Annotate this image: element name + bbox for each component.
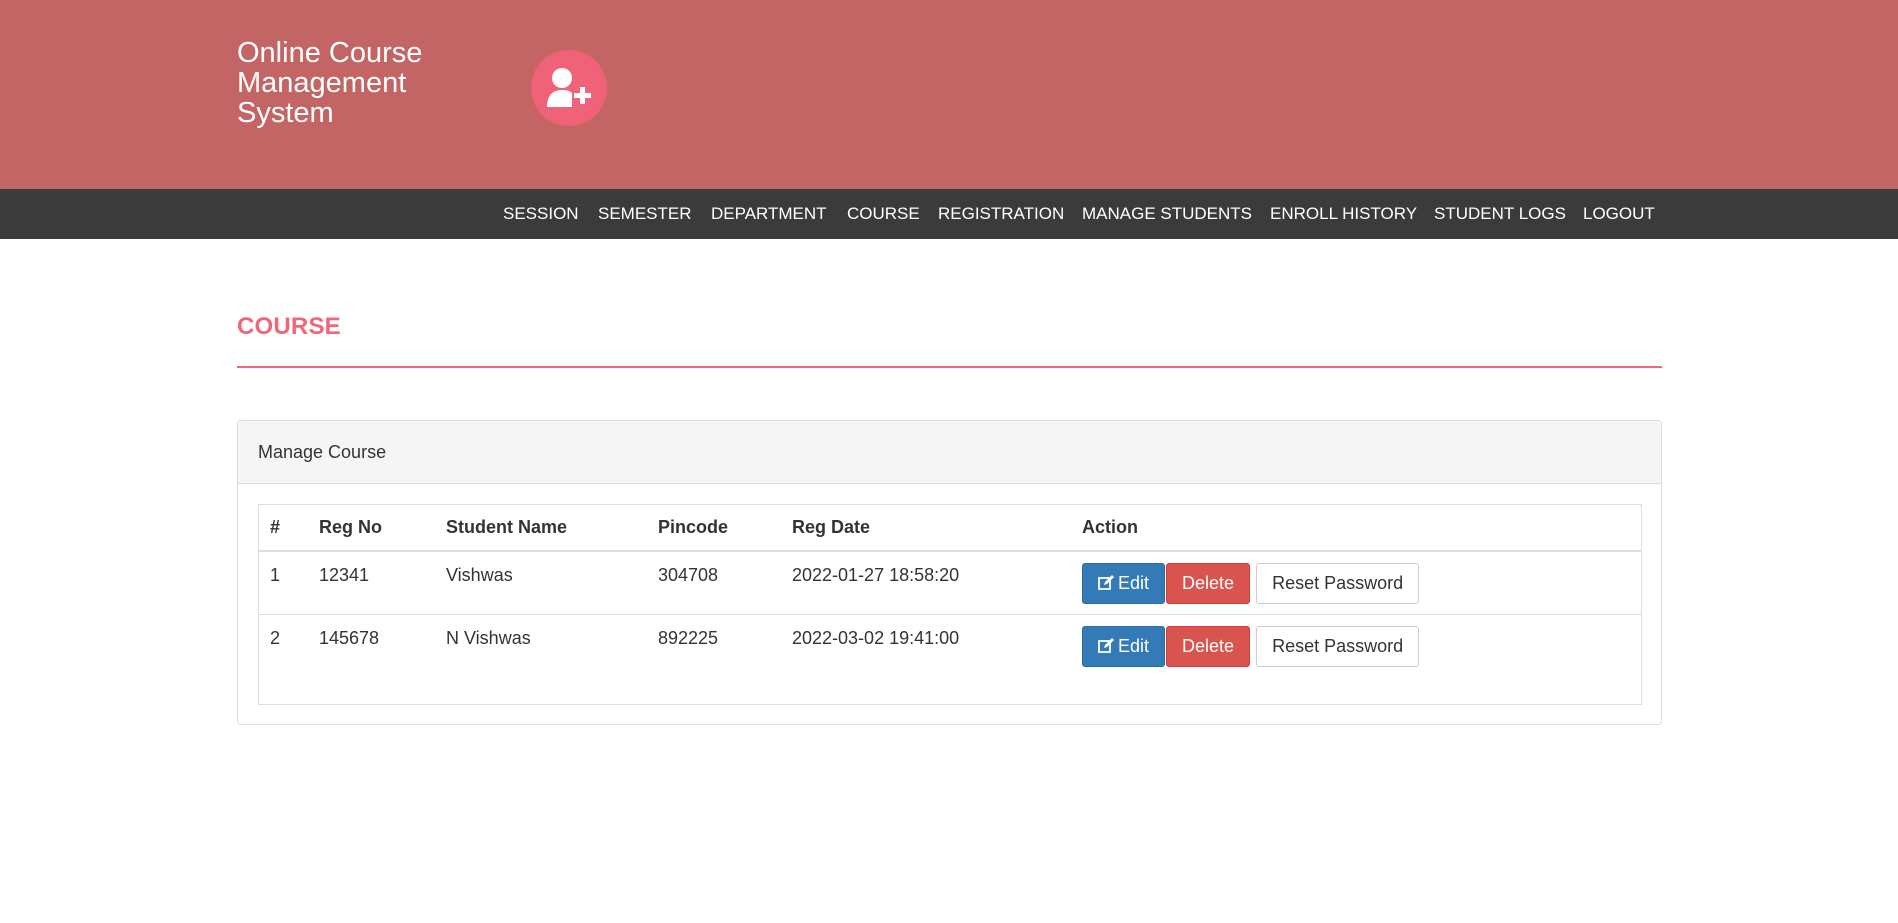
table-header-row: # Reg No Student Name Pincode Reg Date A… xyxy=(259,505,1641,552)
site-header: Online Course Management System xyxy=(0,0,1898,189)
cell-reg-no: 145678 xyxy=(319,627,380,648)
cell-pincode: 304708 xyxy=(647,551,781,615)
panel-heading: Manage Course xyxy=(238,421,1661,484)
nav-item-semester[interactable]: SEMESTER xyxy=(598,189,692,239)
main-navbar: SESSION SEMESTER DEPARTMENT COURSE REGIS… xyxy=(0,189,1898,239)
delete-button[interactable]: Delete xyxy=(1166,563,1251,604)
cell-student-name: N Vishwas xyxy=(446,627,531,648)
column-header-pincode: Pincode xyxy=(647,505,781,552)
user-plus-icon xyxy=(547,68,591,107)
cell-reg-date: 2022-03-02 19:41:00 xyxy=(792,627,960,648)
site-brand[interactable]: Online Course Management System xyxy=(237,38,467,128)
logo xyxy=(531,50,607,126)
cell-reg-date: 2022-01-27 18:58:20 xyxy=(781,551,1071,615)
cell-actions: Edit Delete Reset Password xyxy=(1071,551,1641,615)
title-divider xyxy=(237,366,1662,368)
brand-line-1: Online Course xyxy=(237,37,423,69)
nav-item-logout[interactable]: LOGOUT xyxy=(1583,189,1655,239)
nav-item-enroll-history[interactable]: ENROLL HISTORY xyxy=(1270,189,1417,239)
cell-pincode: 892225 xyxy=(658,627,719,648)
column-header-student-name: Student Name xyxy=(435,505,647,552)
students-table-container: # Reg No Student Name Pincode Reg Date A… xyxy=(258,504,1642,705)
edit-button[interactable]: Edit xyxy=(1082,563,1166,604)
cell-student-name: Vishwas xyxy=(435,551,647,615)
nav-item-session[interactable]: SESSION xyxy=(503,189,579,239)
table-row: 1 12341 Vishwas 304708 2022-01-27 18:58:… xyxy=(259,551,1641,615)
reset-password-button[interactable]: Reset Password xyxy=(1256,563,1420,604)
cell-number: 2 xyxy=(270,627,281,648)
column-header-reg-no: Reg No xyxy=(308,505,435,552)
edit-button-label: Edit xyxy=(1118,573,1150,593)
nav-item-registration[interactable]: REGISTRATION xyxy=(938,189,1064,239)
students-table: # Reg No Student Name Pincode Reg Date A… xyxy=(259,505,1641,677)
nav-item-student-logs[interactable]: STUDENT LOGS xyxy=(1434,189,1566,239)
edit-button[interactable]: Edit xyxy=(1082,625,1166,667)
cell-number: 1 xyxy=(259,551,308,615)
brand-line-3: System xyxy=(237,97,334,129)
column-header-reg-date: Reg Date xyxy=(781,505,1071,552)
delete-button[interactable]: Delete xyxy=(1166,625,1251,667)
nav-item-manage-students[interactable]: MANAGE STUDENTS xyxy=(1082,189,1252,239)
manage-course-panel: Manage Course # Reg No Student Name Pinc… xyxy=(237,420,1662,725)
cell-actions: Edit Delete Reset Password xyxy=(1071,614,1641,677)
page-title: COURSE xyxy=(237,313,341,340)
edit-icon xyxy=(1098,637,1114,653)
nav-item-department[interactable]: DEPARTMENT xyxy=(711,189,827,239)
column-header-number: # xyxy=(259,505,308,552)
brand-line-2: Management xyxy=(237,67,407,99)
column-header-action: Action xyxy=(1071,505,1641,552)
edit-button-label: Edit xyxy=(1118,635,1150,656)
nav-item-course[interactable]: COURSE xyxy=(847,189,920,239)
table-row: 2 145678 N Vishwas 892225 2022-03-02 19:… xyxy=(259,614,1641,677)
reset-password-button[interactable]: Reset Password xyxy=(1256,625,1420,667)
cell-reg-no: 12341 xyxy=(308,551,435,615)
edit-icon xyxy=(1098,575,1114,590)
